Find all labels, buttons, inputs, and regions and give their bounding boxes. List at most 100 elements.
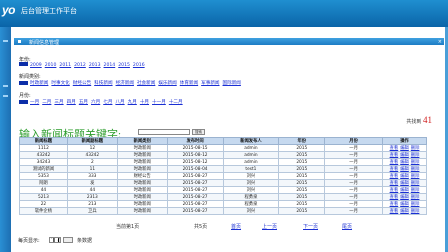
page-size-input[interactable] <box>49 237 61 243</box>
year-link[interactable]: 2015 <box>118 63 130 68</box>
delete-link[interactable]: 删除 <box>411 181 420 186</box>
view-link[interactable]: 查看 <box>390 202 399 207</box>
sidebar-tick[interactable] <box>3 40 8 42</box>
category-link[interactable]: 财经公告 <box>73 81 91 86</box>
column-header[interactable]: 新闻发布人 <box>222 137 280 145</box>
view-link[interactable]: 查看 <box>390 181 399 186</box>
year-link[interactable]: 2016 <box>133 63 145 68</box>
view-link[interactable]: 查看 <box>390 174 399 179</box>
year-link[interactable]: 2013 <box>89 63 101 68</box>
category-link[interactable]: 时事文化 <box>51 81 69 86</box>
edit-link[interactable]: 编辑 <box>400 160 409 165</box>
sidebar-tick[interactable] <box>3 95 8 97</box>
month-filter-label: 月份: <box>19 93 31 99</box>
search-button[interactable]: 搜索 <box>192 129 205 135</box>
sidebar-tick[interactable] <box>3 85 8 87</box>
month-link[interactable]: 八月 <box>115 100 124 105</box>
pager-last-link[interactable]: 尾页 <box>342 223 352 230</box>
view-link[interactable]: 查看 <box>390 153 399 158</box>
view-link[interactable]: 查看 <box>390 167 399 172</box>
month-link[interactable]: 三月 <box>54 100 63 105</box>
month-link[interactable]: 四月 <box>67 100 76 105</box>
month-link[interactable]: 二月 <box>42 100 51 105</box>
page-size-unit: 条数据 <box>77 238 93 244</box>
edit-link[interactable]: 编辑 <box>400 202 409 207</box>
view-link[interactable]: 查看 <box>390 195 399 200</box>
table-cell: 一月 <box>324 179 383 187</box>
table-cell: 44 <box>19 186 68 194</box>
table-cell: 一月 <box>324 207 383 215</box>
table-cell: 程勇泉 <box>222 200 280 208</box>
total-count: 共找到 41 <box>406 115 432 125</box>
year-link[interactable]: 2010 <box>45 63 57 68</box>
column-header[interactable]: 年份 <box>278 137 326 145</box>
edit-link[interactable]: 编辑 <box>400 167 409 172</box>
row-actions: 查看 编辑 删除 <box>382 207 427 215</box>
delete-link[interactable]: 删除 <box>411 195 420 200</box>
year-all-chip[interactable] <box>19 62 28 66</box>
table-cell: 1112 <box>19 144 68 152</box>
category-link[interactable]: 科技新闻 <box>94 81 112 86</box>
pager-prev-link[interactable]: 上一页 <box>262 223 277 230</box>
row-actions: 查看 编辑 删除 <box>382 172 427 180</box>
month-link[interactable]: 九月 <box>128 100 137 105</box>
pager-first-link[interactable]: 首页 <box>231 223 241 230</box>
month-link[interactable]: 五月 <box>79 100 88 105</box>
year-link[interactable]: 2009 <box>30 63 42 68</box>
page-size-go-button[interactable] <box>63 237 73 243</box>
column-header[interactable]: 新闻标题 <box>19 137 68 145</box>
month-link[interactable]: 六月 <box>91 100 100 105</box>
view-link[interactable]: 查看 <box>390 146 399 151</box>
page-size-label: 每页显示: <box>18 238 40 244</box>
column-header[interactable]: 新闻类别 <box>116 137 168 145</box>
table-row: 22 213 时政新闻 2015-08-27 程勇泉 2015 一月 查看 编辑 删除 <box>19 200 427 208</box>
edit-link[interactable]: 编辑 <box>400 174 409 179</box>
delete-link[interactable]: 删除 <box>411 174 420 179</box>
delete-link[interactable]: 删除 <box>411 202 420 207</box>
category-link[interactable]: 经济新闻 <box>116 81 134 86</box>
delete-link[interactable]: 删除 <box>411 160 420 165</box>
column-header[interactable]: 新闻副标题 <box>66 137 118 145</box>
delete-link[interactable]: 删除 <box>411 167 420 172</box>
category-all-chip[interactable] <box>19 80 28 85</box>
category-link[interactable]: 体育新闻 <box>180 81 198 86</box>
year-link[interactable]: 2012 <box>74 63 86 68</box>
table-cell: 43242 <box>19 151 68 159</box>
view-link[interactable]: 查看 <box>390 188 399 193</box>
category-link[interactable]: 时政新闻 <box>30 81 48 86</box>
year-link[interactable]: 2011 <box>59 63 71 68</box>
month-all-chip[interactable] <box>19 99 28 104</box>
category-link[interactable]: 国际新闻 <box>223 81 241 86</box>
pager-next-link[interactable]: 下一页 <box>303 223 318 230</box>
category-link[interactable]: 社会新闻 <box>137 81 155 86</box>
edit-link[interactable]: 编辑 <box>400 146 409 151</box>
column-header[interactable]: 月份 <box>324 137 383 145</box>
edit-link[interactable]: 编辑 <box>400 209 409 214</box>
table-cell: 时政新闻 <box>116 179 168 187</box>
edit-link[interactable]: 编辑 <box>400 181 409 186</box>
month-link[interactable]: 一月 <box>30 100 39 105</box>
column-header[interactable]: 发布时间 <box>166 137 224 145</box>
category-link[interactable]: 娱乐新闻 <box>158 81 176 86</box>
row-actions: 查看 编辑 删除 <box>382 186 427 194</box>
delete-link[interactable]: 删除 <box>411 209 420 214</box>
edit-link[interactable]: 编辑 <box>400 153 409 158</box>
delete-link[interactable]: 删除 <box>411 153 420 158</box>
year-link[interactable]: 2014 <box>104 63 116 68</box>
close-icon[interactable]: × <box>438 39 442 45</box>
search-input[interactable] <box>138 129 190 135</box>
category-link[interactable]: 军事新闻 <box>201 81 219 86</box>
total-number: 41 <box>423 115 432 125</box>
view-link[interactable]: 查看 <box>390 209 399 214</box>
table-cell: 一月 <box>324 172 383 180</box>
edit-link[interactable]: 编辑 <box>400 188 409 193</box>
month-link[interactable]: 七月 <box>103 100 112 105</box>
month-link[interactable]: 十一月 <box>152 100 166 105</box>
month-link[interactable]: 十二月 <box>169 100 183 105</box>
edit-link[interactable]: 编辑 <box>400 195 409 200</box>
column-header[interactable]: 操作 <box>382 137 427 145</box>
delete-link[interactable]: 删除 <box>411 188 420 193</box>
delete-link[interactable]: 删除 <box>411 146 420 151</box>
month-link[interactable]: 十月 <box>140 100 149 105</box>
view-link[interactable]: 查看 <box>390 160 399 165</box>
